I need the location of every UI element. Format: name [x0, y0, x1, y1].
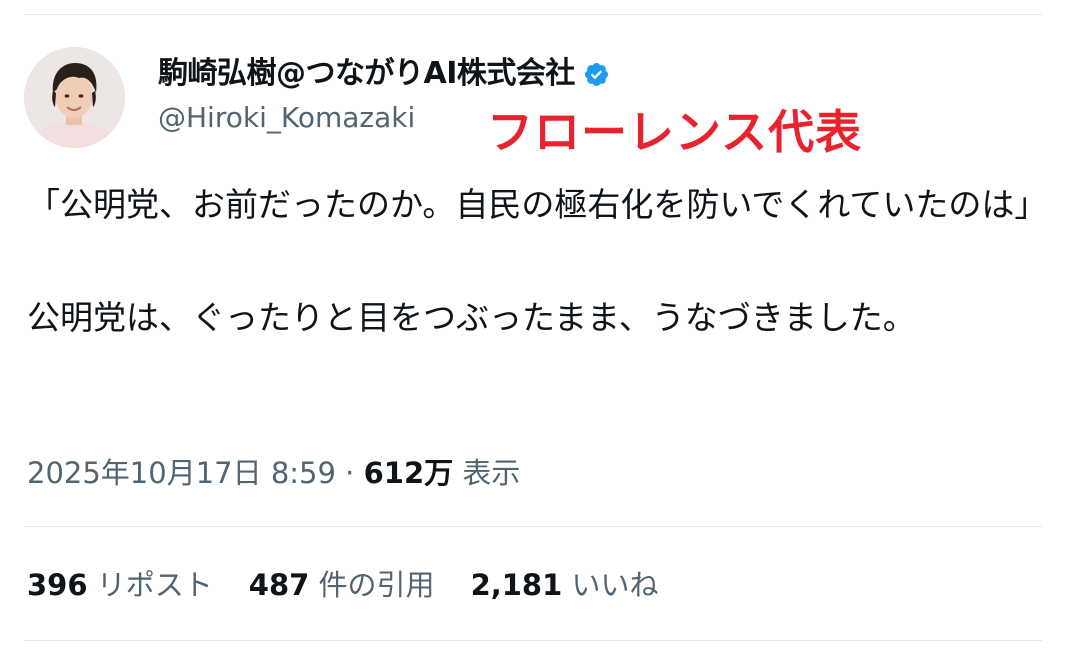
- author-display-name[interactable]: 駒崎弘樹@つながりAI株式会社: [158, 54, 575, 94]
- tweet-paragraph-1: 「公明党、お前だったのか。自民の極右化を防いでくれていたのは」: [27, 185, 1048, 224]
- meta-separator: ·: [345, 456, 355, 490]
- tweet-paragraph-2: 公明党は、ぐったりと目をつぶったまま、うなづきました。: [27, 298, 916, 337]
- likes-stat[interactable]: 2,181 いいね: [471, 565, 659, 605]
- overlay-caption: フローレンス代表: [487, 105, 863, 159]
- avatar-photo: [24, 47, 125, 148]
- reposts-stat[interactable]: 396 リポスト: [27, 565, 213, 605]
- likes-label: いいね: [571, 568, 659, 602]
- avatar[interactable]: [24, 47, 125, 148]
- divider-bottom: [24, 640, 1042, 641]
- tweet-meta: 2025年10月17日 8:59 · 612万 表示: [27, 453, 520, 493]
- tweet-text: 「公明党、お前だったのか。自民の極右化を防いでくれていたのは」 公明党は、ぐった…: [27, 177, 1048, 345]
- timestamp[interactable]: 2025年10月17日 8:59: [27, 456, 336, 490]
- engagement-stats: 396 リポスト 487 件の引用 2,181 いいね: [27, 565, 695, 605]
- quotes-count: 487: [248, 568, 310, 602]
- reposts-label: リポスト: [96, 568, 213, 602]
- quotes-label: 件の引用: [318, 568, 435, 602]
- verified-badge-icon[interactable]: [583, 61, 610, 88]
- reposts-count: 396: [27, 568, 88, 602]
- top-divider: [24, 14, 1042, 15]
- views-label: 表示: [462, 456, 521, 490]
- likes-count: 2,181: [470, 568, 563, 602]
- divider: [24, 526, 1042, 527]
- views-count: 612万: [363, 456, 454, 490]
- quotes-stat[interactable]: 487 件の引用: [249, 565, 435, 605]
- author-row: 駒崎弘樹@つながりAI株式会社: [158, 54, 610, 94]
- author-handle[interactable]: @Hiroki_Komazaki: [158, 99, 415, 137]
